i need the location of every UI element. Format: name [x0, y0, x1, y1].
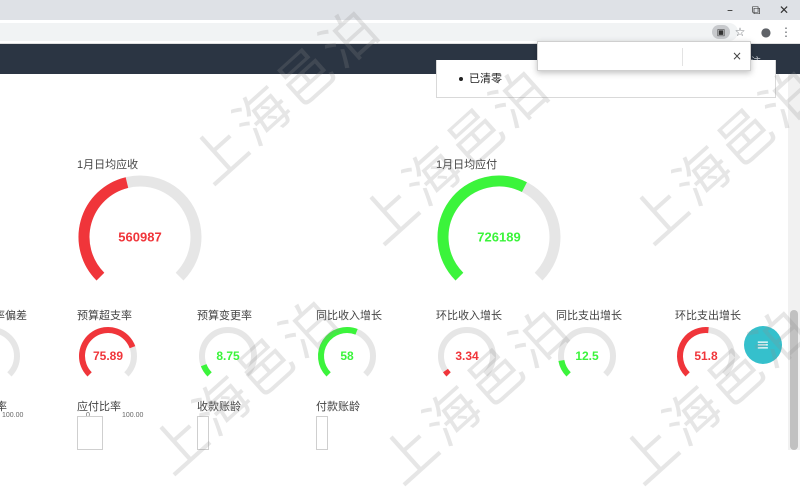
popup-divider [682, 48, 683, 66]
big-gauge-payable: 726189 [437, 175, 561, 281]
tick-label: 100.00 [122, 412, 144, 419]
page-info-icon[interactable]: ▣ [712, 25, 730, 39]
bottom-label: 应付比率 [77, 401, 121, 413]
small-gauge-value: 51.8 [694, 349, 718, 363]
close-window-button[interactable]: ✕ [770, 0, 798, 20]
bar-gauge-receivable-aging [197, 416, 209, 450]
small-gauge-fill [443, 368, 451, 377]
small-gauge-value: 12.5 [575, 349, 599, 363]
address-bar[interactable] [0, 23, 738, 41]
scrollbar-thumb[interactable] [790, 310, 798, 450]
small-gauge-value: 75.89 [93, 349, 123, 363]
minimize-button[interactable]: – [716, 0, 744, 20]
small-gauge-mom-expense: 51.8 [677, 327, 735, 377]
small-gauge-fill [200, 363, 212, 377]
menu-icon: ≡ [756, 335, 770, 354]
bottom-label: 收款账龄 [197, 401, 241, 413]
small-gauge-label: 预算变更率 [197, 310, 252, 322]
popup-dialog: × [537, 41, 751, 71]
bottom-label: 付款账龄 [316, 401, 360, 413]
big-gauge-label: 1月日均应付 [436, 159, 498, 171]
small-gauge-track [0, 328, 20, 377]
more-icon[interactable]: ⋮ [778, 24, 794, 40]
big-gauge-receivable: 560987 [78, 175, 202, 281]
small-gauge-value: 8.75 [216, 349, 240, 363]
small-gauge-yoy-income: 58 [318, 327, 376, 377]
restore-button[interactable]: ⧉ [742, 0, 770, 20]
small-gauge-label: 环比支出增长 [675, 310, 741, 322]
tick-label: 100.00 [2, 412, 24, 419]
menu-fab-button[interactable]: ≡ [744, 326, 782, 364]
small-gauge-mom-income: 3.34 [438, 327, 496, 377]
small-gauge-value: 58 [340, 349, 354, 363]
small-gauge-yoy-expense: 12.5 [558, 327, 616, 377]
small-gauge-value: 3.34 [455, 349, 479, 363]
small-gauge-label: 环比收入增长 [436, 310, 502, 322]
small-gauge-label: 率偏差 [0, 310, 27, 322]
small-gauge-deviation [0, 328, 20, 377]
legend-item: 已清零 [459, 70, 502, 86]
small-gauge-label: 同比收入增长 [316, 310, 382, 322]
browser-titlebar: – ⧉ ✕ [0, 0, 800, 20]
small-gauge-budget-overrun: 75.89 [79, 327, 137, 377]
account-icon[interactable]: ● [758, 24, 774, 40]
star-icon[interactable]: ☆ [732, 24, 748, 40]
small-gauge-label: 同比支出增长 [556, 310, 622, 322]
small-gauge-label: 预算超支率 [77, 310, 132, 322]
big-gauge-value: 726189 [477, 230, 520, 245]
close-icon[interactable]: × [732, 49, 742, 63]
big-gauge-label: 1月日均应收 [77, 159, 139, 171]
small-gauge-fill [558, 359, 571, 377]
small-gauge-budget-change: 8.75 [199, 327, 257, 377]
big-gauge-value: 560987 [118, 230, 161, 245]
bar-gauge-payable-ratio [77, 416, 103, 450]
bar-gauge-payable-aging [316, 416, 328, 450]
